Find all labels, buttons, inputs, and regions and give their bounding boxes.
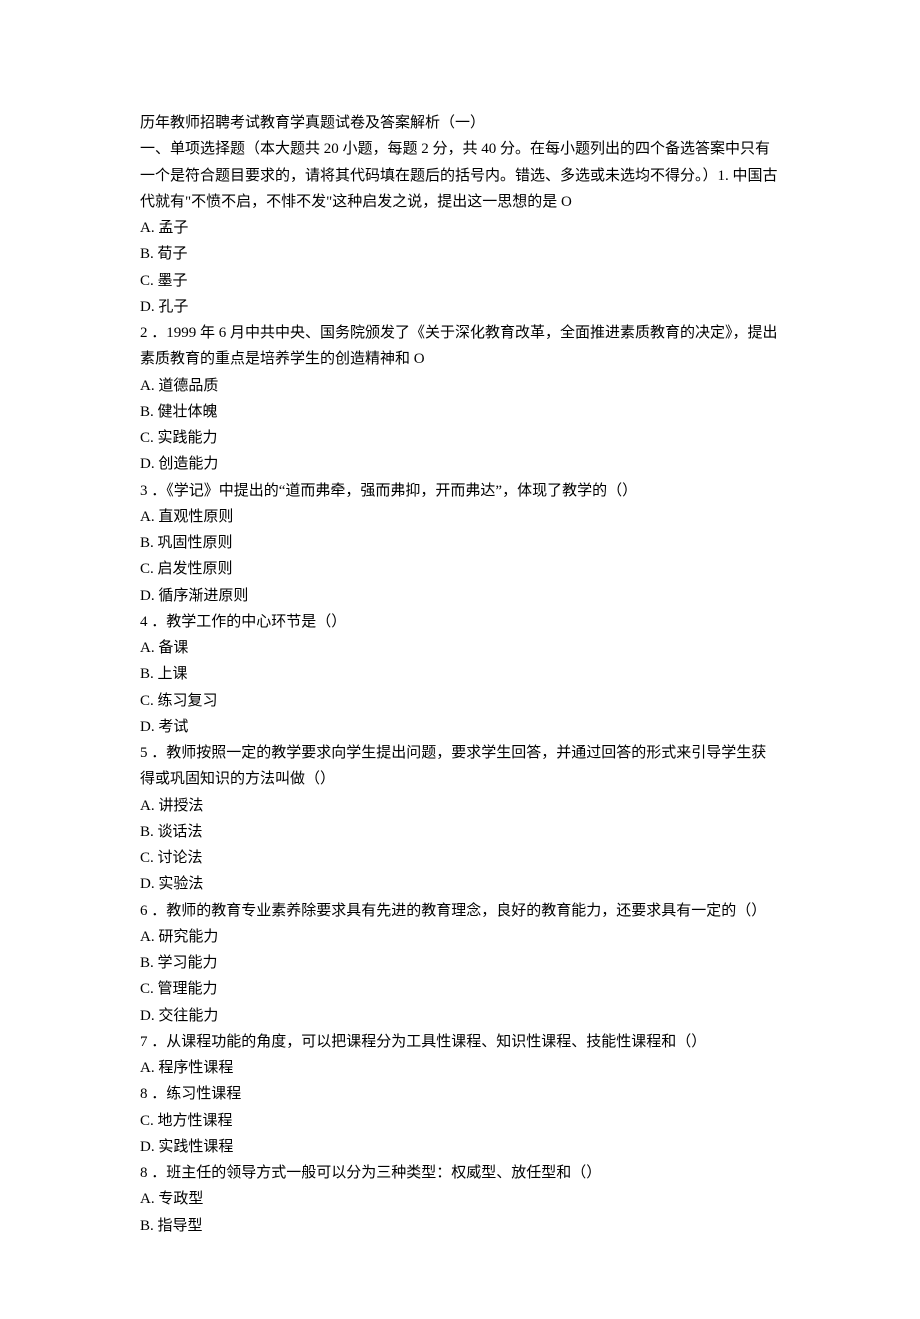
q3-stem: 3 ．《学记》中提出的“道而弗牵，强而弗抑，开而弗达”，体现了教学的（） xyxy=(140,478,780,504)
q5-option-b: B. 谈话法 xyxy=(140,819,780,845)
q2-option-b: B. 健壮体魄 xyxy=(140,399,780,425)
q6-option-a: A. 研究能力 xyxy=(140,924,780,950)
q7-option-d: D. 实践性课程 xyxy=(140,1134,780,1160)
q7-option-a: A. 程序性课程 xyxy=(140,1055,780,1081)
q8-option-a: A. 专政型 xyxy=(140,1186,780,1212)
q4-option-c: C. 练习复习 xyxy=(140,688,780,714)
q2-option-d: D. 创造能力 xyxy=(140,451,780,477)
q8-option-b: B. 指导型 xyxy=(140,1213,780,1239)
q5-option-c: C. 讨论法 xyxy=(140,845,780,871)
q3-option-a: A. 直观性原则 xyxy=(140,504,780,530)
q6-option-c: C. 管理能力 xyxy=(140,976,780,1002)
q8-stem: 8 ．班主任的领导方式一般可以分为三种类型：权威型、放任型和（） xyxy=(140,1160,780,1186)
q2-option-c: C. 实践能力 xyxy=(140,425,780,451)
document-title: 历年教师招聘考试教育学真题试卷及答案解析（一） xyxy=(140,110,780,136)
section-intro: 一、单项选择题（本大题共 20 小题，每题 2 分，共 40 分。在每小题列出的… xyxy=(140,136,780,215)
q7-option-b: 8 ．练习性课程 xyxy=(140,1081,780,1107)
q4-option-b: B. 上课 xyxy=(140,661,780,687)
q7-option-c: C. 地方性课程 xyxy=(140,1108,780,1134)
q1-option-b: B. 荀子 xyxy=(140,241,780,267)
q5-option-a: A. 讲授法 xyxy=(140,793,780,819)
q3-option-d: D. 循序渐进原则 xyxy=(140,583,780,609)
q1-option-d: D. 孔子 xyxy=(140,294,780,320)
q5-stem: 5 ．教师按照一定的教学要求向学生提出问题，要求学生回答，并通过回答的形式来引导… xyxy=(140,740,780,793)
q3-option-c: C. 启发性原则 xyxy=(140,556,780,582)
q2-stem: 2 ．1999 年 6 月中共中央、国务院颁发了《关于深化教育改革，全面推进素质… xyxy=(140,320,780,373)
q1-option-a: A. 孟子 xyxy=(140,215,780,241)
q6-option-b: B. 学习能力 xyxy=(140,950,780,976)
q1-option-c: C. 墨子 xyxy=(140,268,780,294)
q6-stem: 6 ．教师的教育专业素养除要求具有先进的教育理念，良好的教育能力，还要求具有一定… xyxy=(140,898,780,924)
q3-option-b: B. 巩固性原则 xyxy=(140,530,780,556)
q7-stem: 7 ．从课程功能的角度，可以把课程分为工具性课程、知识性课程、技能性课程和（） xyxy=(140,1029,780,1055)
q2-option-a: A. 道德品质 xyxy=(140,373,780,399)
q6-option-d: D. 交往能力 xyxy=(140,1003,780,1029)
q4-stem: 4 ．教学工作的中心环节是（） xyxy=(140,609,780,635)
q4-option-a: A. 备课 xyxy=(140,635,780,661)
q4-option-d: D. 考试 xyxy=(140,714,780,740)
q5-option-d: D. 实验法 xyxy=(140,871,780,897)
